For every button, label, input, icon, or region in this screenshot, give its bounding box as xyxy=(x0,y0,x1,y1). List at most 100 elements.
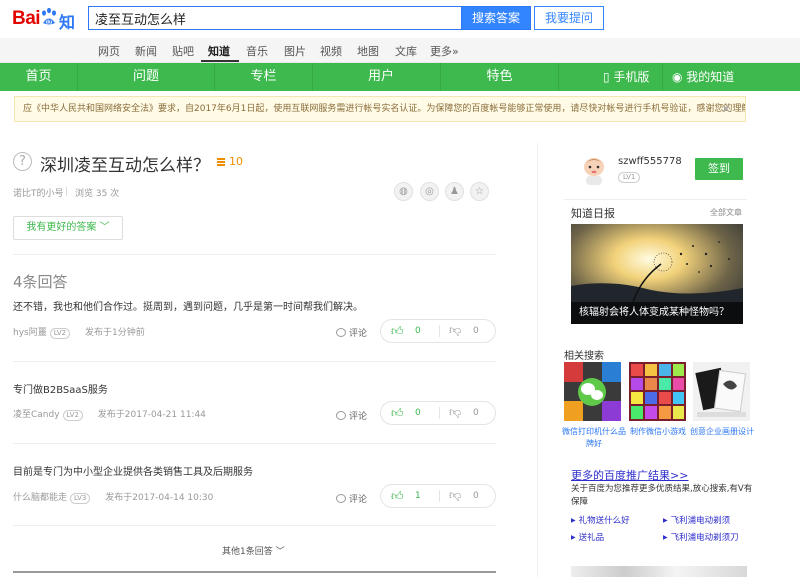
more-answers-link[interactable]: 其他1条回答 ﹀ xyxy=(222,544,285,557)
search-answer-button[interactable]: 搜索答案 xyxy=(461,6,531,30)
comment-label: 评论 xyxy=(349,495,368,505)
reward-points: 10 xyxy=(229,155,243,168)
related-image-printer[interactable] xyxy=(564,362,621,421)
ask-question-button[interactable]: 我要提问 xyxy=(534,6,604,30)
answer-author-line: 什么脑都能走 LV3 发布于2017-04-14 10:30 xyxy=(13,490,213,504)
nav-web[interactable]: 网页 xyxy=(98,43,120,59)
section-divider xyxy=(13,254,496,255)
qq-share-icon[interactable]: ♟ xyxy=(445,182,464,201)
nav-more[interactable]: 更多» xyxy=(430,43,459,59)
user-level-badge: LV1 xyxy=(618,172,641,183)
product-nav: 网页 新闻 贴吧 知道 音乐 图片 视频 地图 文库 更多» xyxy=(0,38,800,63)
related-search-title: 相关搜索 xyxy=(564,351,604,362)
username[interactable]: szwff555778 xyxy=(618,156,682,167)
nav-video[interactable]: 视频 xyxy=(320,43,342,59)
nav-news[interactable]: 新闻 xyxy=(135,43,157,59)
downvote-count: 0 xyxy=(473,408,479,418)
upvote-count: 1 xyxy=(415,491,421,501)
vote-divider xyxy=(439,490,440,502)
baidu-zhidao-logo[interactable]: Bai du 知道 xyxy=(12,6,86,56)
coin-icon xyxy=(217,158,225,166)
menu-questions[interactable]: 问题 xyxy=(78,63,214,91)
promo-link[interactable]: ▶ 礼物送什么好 xyxy=(571,514,630,526)
answer-divider xyxy=(13,525,496,526)
answer-author[interactable]: 什么脑都能走 xyxy=(13,493,67,503)
answer-author[interactable]: hys阿噩 xyxy=(13,328,47,338)
vote-box: 👍︎ 0 👎︎ 0 xyxy=(380,319,496,343)
nav-image[interactable]: 图片 xyxy=(284,43,306,59)
menu-mine-label: 我的知道 xyxy=(686,70,735,84)
thumbs-down-icon[interactable]: 👎︎ xyxy=(449,405,461,420)
sidebar-section-divider xyxy=(564,199,747,200)
triangle-bullet-icon: ▶ xyxy=(663,534,668,541)
thumbs-up-icon[interactable]: 👍︎ xyxy=(391,489,404,504)
thumbs-down-icon[interactable]: 👎︎ xyxy=(449,323,461,338)
promo-link-label: 礼物送什么好 xyxy=(578,516,630,526)
view-count: 浏览 35 次 xyxy=(75,189,120,199)
promo-link[interactable]: ▶ 飞利浦电动剃须 xyxy=(663,514,730,526)
menu-mobile-label: 手机版 xyxy=(613,70,650,84)
triangle-bullet-icon: ▶ xyxy=(663,517,668,524)
answer-divider xyxy=(13,361,496,362)
asker-name[interactable]: 诺比T的小号 xyxy=(13,189,64,199)
menu-mine[interactable]: ◉ 我的知道 xyxy=(672,63,734,91)
daily-title: 知道日报 xyxy=(571,207,615,220)
question-title: 深圳凌至互动怎么样？ xyxy=(40,156,210,176)
favorite-star-icon[interactable]: ☆ xyxy=(470,182,489,201)
user-level-badge: LV3 xyxy=(70,493,91,504)
related-label-game[interactable]: 制作微信小游戏 xyxy=(624,426,692,438)
comment-button[interactable]: 评论 xyxy=(336,492,367,505)
menu-columns[interactable]: 专栏 xyxy=(215,63,312,91)
menu-features[interactable]: 特色 xyxy=(441,63,558,91)
vote-divider xyxy=(439,325,440,337)
related-label-brochure[interactable]: 创意企业画册设计 xyxy=(688,426,756,438)
thumbs-up-icon[interactable]: 👍︎ xyxy=(391,324,404,339)
related-image-game[interactable] xyxy=(629,362,686,421)
question-meta: 诺比T的小号 浏览 35 次 xyxy=(13,186,119,199)
promo-link[interactable]: ▶ 飞利浦电动剃须刀 xyxy=(663,531,739,543)
weibo-share-icon[interactable]: ◎ xyxy=(420,182,439,201)
meta-divider xyxy=(66,187,67,196)
logo-du: du xyxy=(46,20,53,26)
question-mark-icon: ? xyxy=(13,152,32,171)
upvote-count: 0 xyxy=(415,326,421,336)
nav-map[interactable]: 地图 xyxy=(357,43,379,59)
promo-link-label: 飞利浦电动剃须 xyxy=(670,516,731,526)
all-articles-link[interactable]: 全部文章 xyxy=(710,207,742,218)
menu-home[interactable]: 首页 xyxy=(0,63,77,91)
comment-icon xyxy=(336,328,346,337)
triangle-bullet-icon: ▶ xyxy=(571,534,576,541)
avatar[interactable] xyxy=(580,155,608,185)
triangle-bullet-icon: ▶ xyxy=(571,517,576,524)
menu-mobile[interactable]: ▯ 手机版 xyxy=(603,63,649,91)
signin-button[interactable]: 签到 xyxy=(695,158,743,180)
main-menu: 首页 问题 专栏 用户 特色 ▯ 手机版 ◉ 我的知道 xyxy=(0,63,800,91)
thumbs-down-icon[interactable]: 👎︎ xyxy=(449,488,461,503)
sidebar-bottom-image[interactable] xyxy=(571,566,747,577)
vote-divider xyxy=(439,407,440,419)
promo-title-link[interactable]: 更多的百度推广结果>> xyxy=(571,467,688,483)
related-image-brochure[interactable] xyxy=(693,362,750,421)
search-input[interactable] xyxy=(88,6,461,30)
comment-button[interactable]: 评论 xyxy=(336,409,367,422)
comment-label: 评论 xyxy=(349,412,368,422)
answer-time: 发布于1分钟前 xyxy=(84,328,145,338)
answer-author[interactable]: 凌至Candy xyxy=(13,410,60,420)
menu-users[interactable]: 用户 xyxy=(313,63,449,91)
nav-tieba[interactable]: 贴吧 xyxy=(172,43,194,59)
nav-wenku[interactable]: 文库 xyxy=(395,43,417,59)
nav-music[interactable]: 音乐 xyxy=(246,43,268,59)
promo-link[interactable]: ▶ 送礼品 xyxy=(571,531,604,543)
realname-notice: 应《中华人民共和国网络安全法》要求，自2017年6月1日起，使用互联网服务需进行… xyxy=(14,96,746,122)
better-answer-button[interactable]: 我有更好的答案 ﹀ xyxy=(13,216,123,240)
comment-button[interactable]: 评论 xyxy=(336,326,367,339)
wechat-share-icon[interactable]: ◍ xyxy=(394,182,413,201)
related-label-printer[interactable]: 微信打印机什么品牌好 xyxy=(560,426,628,450)
daily-article-image[interactable]: 核辐射会将人体变成某种怪物吗？ xyxy=(571,224,743,324)
nav-zhidao[interactable]: 知道 xyxy=(208,43,230,59)
thumbs-up-icon[interactable]: 👍︎ xyxy=(391,406,404,421)
upvote-count: 0 xyxy=(415,408,421,418)
brochure-image xyxy=(693,362,750,421)
vote-box: 👍︎ 0 👎︎ 0 xyxy=(380,401,496,425)
close-icon[interactable]: ✕ xyxy=(721,97,731,121)
